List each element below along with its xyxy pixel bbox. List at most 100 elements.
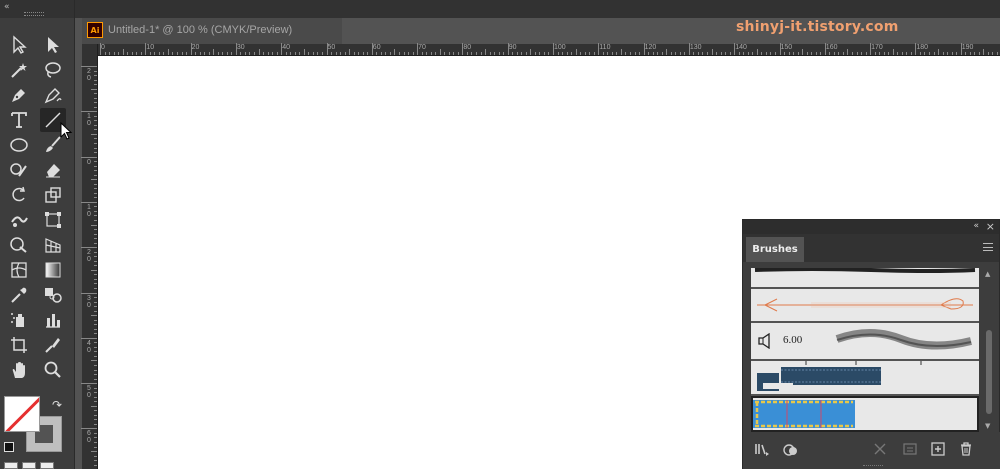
panel-menu-icon[interactable] [983,243,993,251]
eraser-tool[interactable] [40,158,66,182]
shape-builder-tool[interactable] [6,233,32,257]
ruler-h-tick [321,52,323,55]
panel-header[interactable]: « × [743,220,999,234]
ruler-h-tick [204,52,206,55]
ruler-h-tick [942,52,944,55]
free-transform-tool[interactable] [40,208,66,232]
brush-item-charcoal[interactable] [751,268,979,288]
vertical-ruler[interactable]: 20 10 0 10 20 30 40 50 60 [81,44,98,469]
collapse-panel-icon[interactable]: « [973,221,979,231]
ruler-h-tick [331,52,333,55]
rotate-tool[interactable] [6,183,32,207]
ruler-h-tick [534,52,536,55]
ruler-v-tick [94,346,97,348]
document-tab[interactable]: Ai Untitled-1* @ 100 % (CMYK/Preview) [82,18,342,44]
collapse-icon[interactable]: « [4,2,10,12]
warp-tool[interactable] [6,208,32,232]
none-mode-button[interactable] [40,462,54,469]
ruler-h-tick [987,52,989,55]
selection-tool[interactable] [6,33,32,57]
horizontal-ruler[interactable]: 0 10 20 30 40 50 60 70 80 90 100 110 120 130 140 150 160… [98,43,1000,56]
ruler-v-tick [94,310,97,312]
brush-libraries-button[interactable] [753,440,771,458]
ruler-v-label: 20 [87,68,91,82]
ruler-v-tick [94,220,97,222]
type-tool[interactable] [6,108,32,132]
hand-tool[interactable] [6,358,32,382]
scale-tool[interactable] [40,183,66,207]
tab-brushes[interactable]: Brushes [746,237,804,262]
scroll-up-icon[interactable]: ▲ [985,270,990,278]
ruler-h-tick [788,52,790,55]
ruler-h-tick [888,52,890,55]
gradient-tool[interactable] [40,258,66,282]
slice-icon [45,338,60,353]
ruler-h-tick [167,49,169,55]
brush-item-pattern-selected[interactable] [751,396,979,432]
drag-grip-icon[interactable] [24,12,44,16]
delete-brush-button[interactable] [957,440,975,458]
ruler-h-label: 0 [101,44,105,51]
direct-selection-tool[interactable] [40,33,66,57]
zoom-icon [44,361,61,378]
eyedropper-tool[interactable] [6,283,32,307]
column-graph-tool[interactable] [40,308,66,332]
ruler-h-tick [172,52,174,55]
new-brush-button[interactable] [929,440,947,458]
libraries-panel-button[interactable] [781,440,799,458]
ruler-h-tick [380,52,382,55]
mesh-tool[interactable] [6,258,32,282]
brush-item-pattern-dark[interactable] [751,361,979,395]
slice-tool[interactable] [40,333,66,357]
zoom-tool[interactable] [40,358,66,382]
brush-item-arrow[interactable] [751,289,979,322]
ruler-h-tick [294,52,296,55]
ruler-h-tick [770,52,772,55]
ruler-v-tick [91,269,97,271]
swap-fill-stroke-icon[interactable]: ↷ [52,398,62,412]
ruler-v-tick [94,251,97,253]
symbol-sprayer-tool[interactable] [6,308,32,332]
artboard-tool[interactable] [6,333,32,357]
ruler-h-tick [829,52,831,55]
ruler-v-tick [94,170,97,172]
gradient-mode-button[interactable] [22,462,36,469]
magic-wand-tool[interactable] [6,58,32,82]
ruler-h-tick [820,52,822,55]
brush-item-bristle[interactable]: 6.00 [751,323,979,360]
blend-tool[interactable] [40,283,66,307]
perspective-grid-tool[interactable] [40,233,66,257]
ellipse-tool[interactable] [6,133,32,157]
ruler-h-tick [480,52,482,55]
ruler-h-tick [263,52,265,55]
default-fill-stroke-icon[interactable] [4,442,14,452]
libraries-icon [755,444,769,456]
ruler-h-tick [181,52,183,55]
remove-brush-stroke-button[interactable] [871,440,889,458]
ruler-h-tick [634,52,636,55]
tools-panel-header[interactable]: « [0,0,74,18]
ruler-h-tick [498,52,500,55]
pen-tool[interactable] [6,83,32,107]
ruler-h-tick [408,52,410,55]
brush-list-scrollbar[interactable]: ▲ ▼ [983,268,995,432]
curvature-tool[interactable] [40,83,66,107]
scroll-down-icon[interactable]: ▼ [985,422,990,430]
brush-list: 6.00 [751,268,979,432]
scroll-thumb[interactable] [986,330,992,414]
ruler-h-tick [149,52,151,55]
shaper-tool[interactable] [6,158,32,182]
options-icon [903,443,917,455]
lasso-tool[interactable] [40,58,66,82]
arrow-filled-icon [48,37,59,53]
ruler-h-tick [539,52,541,55]
close-panel-icon[interactable]: × [986,220,995,233]
color-mode-button[interactable] [4,462,18,469]
brush-options-button[interactable] [901,440,919,458]
ruler-h-tick [158,52,160,55]
ruler-h-tick [281,43,283,55]
fill-swatch-none[interactable] [4,396,40,432]
panel-resize-grip[interactable] [863,465,883,468]
ruler-v-tick [94,75,97,77]
ruler-v-tick [94,351,97,353]
